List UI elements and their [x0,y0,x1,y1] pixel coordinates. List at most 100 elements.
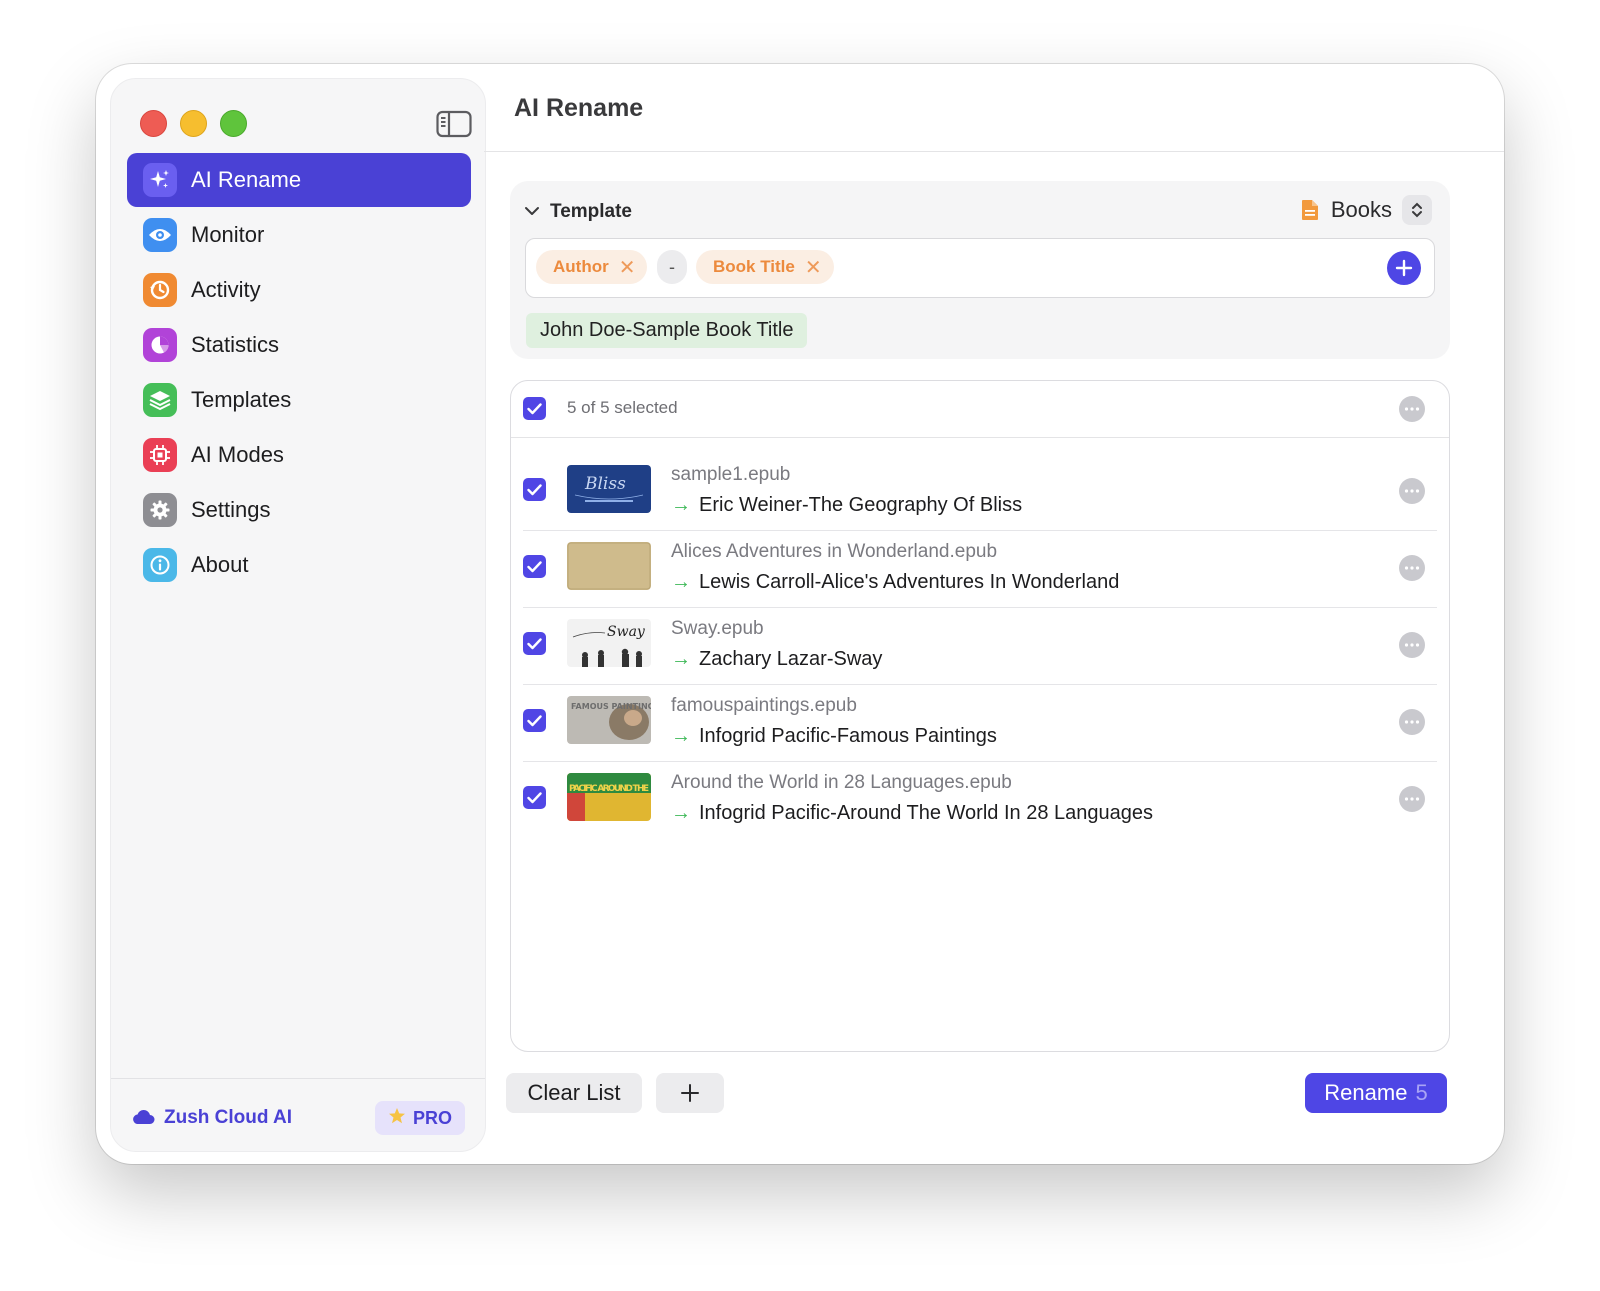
selection-count: 5 of 5 selected [567,398,678,417]
list-options-button[interactable] [1399,396,1425,422]
sidebar-item-ai-modes[interactable]: AI Modes [127,428,471,482]
file-row[interactable]: Bliss sample1.epub → Eric Weiner-The Geog… [511,454,1449,531]
select-all-checkbox[interactable] [523,397,546,420]
ellipsis-icon [1404,489,1420,493]
token-label: Book Title [713,257,795,276]
minimize-window-button[interactable] [180,110,207,137]
app-window: AI Rename Monitor Activity Statistics Te… [96,64,1504,1164]
new-filename: → Infogrid Pacific-Around The World In 28… [671,802,1153,825]
sidebar-item-about[interactable]: About [127,538,471,592]
template-card: Template Books Author ✕ - Book Title ✕ J… [510,181,1450,359]
file-row[interactable]: PACIFIC AROUND THE Around the World in 2… [511,762,1449,839]
book-cover-thumbnail: Sway [567,619,651,667]
token-separator[interactable]: - [657,250,687,284]
file-checkbox[interactable] [523,709,546,732]
add-token-button[interactable] [1387,251,1421,285]
token-author[interactable]: Author ✕ [536,250,648,284]
cover-title: Bliss [584,474,626,494]
new-filename-text: Lewis Carroll-Alice's Adventures In Wond… [699,571,1120,593]
original-filename: sample1.epub [671,464,791,485]
chevron-up-down-icon[interactable] [1402,195,1432,225]
book-cover-thumbnail [567,542,651,590]
checkmark-icon [527,637,542,649]
sidebar-item-activity[interactable]: Activity [127,263,471,317]
cover-title: PACIFIC AROUND THE [569,784,649,794]
new-filename: → Lewis Carroll-Alice's Adventures In Won… [671,571,1119,594]
file-row[interactable]: Alices Adventures in Wonderland.epub → Le… [511,531,1449,608]
document-icon [1301,200,1318,220]
new-filename: → Eric Weiner-The Geography Of Bliss [671,494,1022,517]
checkmark-icon [527,791,542,803]
chevron-down-icon[interactable] [524,205,540,217]
remove-token-icon[interactable]: ✕ [619,255,636,280]
new-filename-text: Eric Weiner-The Geography Of Bliss [699,494,1023,516]
close-window-button[interactable] [140,110,167,137]
add-files-button[interactable] [656,1073,724,1113]
file-row[interactable]: FAMOUS PAINTINGS famouspaintings.epub → I… [511,685,1449,762]
book-cover-thumbnail: PACIFIC AROUND THE [567,773,651,821]
sidebar-item-label: Statistics [191,332,280,357]
file-options-button[interactable] [1399,555,1425,581]
cloud-icon [133,1110,155,1124]
arrow-right-icon: → [671,571,691,593]
book-cover-thumbnail: FAMOUS PAINTINGS [567,696,651,744]
sparkles-icon [143,163,177,197]
original-filename: Alices Adventures in Wonderland.epub [671,541,998,562]
original-filename: Around the World in 28 Languages.epub [671,772,1012,793]
arrow-right-icon: → [671,494,691,516]
file-options-button[interactable] [1399,786,1425,812]
book-cover-thumbnail: Bliss [567,465,651,513]
chip-icon [143,438,177,472]
file-options-button[interactable] [1399,709,1425,735]
template-preset-selector[interactable]: Books [1301,194,1432,226]
file-checkbox[interactable] [523,555,546,578]
sidebar-footer: Zush Cloud AI PRO [111,1078,485,1151]
zoom-window-button[interactable] [220,110,247,137]
file-options-button[interactable] [1399,632,1425,658]
file-checkbox[interactable] [523,478,546,501]
checkmark-icon [527,714,542,726]
arrow-right-icon: → [671,648,691,670]
sidebar-item-statistics[interactable]: Statistics [127,318,471,372]
checkmark-icon [527,402,542,414]
ellipsis-icon [1404,566,1420,570]
new-filename: → Zachary Lazar-Sway [671,648,882,671]
pro-badge[interactable]: PRO [375,1101,465,1135]
clear-list-button[interactable]: Clear List [506,1073,642,1113]
sidebar-item-monitor[interactable]: Monitor [127,208,471,262]
sidebar-item-label: Monitor [191,222,265,247]
new-filename-text: Infogrid Pacific-Around The World In 28 … [699,802,1153,824]
sidebar-item-label: Templates [191,387,292,412]
sidebar-item-label: AI Rename [191,167,302,192]
sidebar: AI Rename Monitor Activity Statistics Te… [110,78,486,1152]
rename-button[interactable]: Rename 5 [1305,1073,1447,1113]
plus-icon [1395,259,1413,277]
cloud-ai-label[interactable]: Zush Cloud AI [164,1107,292,1129]
remove-token-icon[interactable]: ✕ [805,255,822,280]
cover-title: FAMOUS PAINTINGS [571,702,651,711]
file-checkbox[interactable] [523,786,546,809]
file-row[interactable]: Sway Sway.epub → Zachary Lazar-Sway [511,608,1449,685]
template-title[interactable]: Template [550,201,632,223]
ellipsis-icon [1404,720,1420,724]
file-checkbox[interactable] [523,632,546,655]
plus-icon [681,1084,699,1102]
sidebar-item-label: AI Modes [191,442,284,467]
layers-icon [143,383,177,417]
sidebar-item-ai-rename[interactable]: AI Rename [127,153,471,207]
new-filename: → Infogrid Pacific-Famous Paintings [671,725,997,748]
sidebar-item-templates[interactable]: Templates [127,373,471,427]
file-list: 5 of 5 selected Bliss sample1.epub → Eric… [510,380,1450,1052]
star-icon [388,1107,406,1130]
sidebar-item-label: About [191,552,249,577]
rename-count: 5 [1415,1080,1428,1105]
new-filename-text: Zachary Lazar-Sway [699,648,883,670]
template-token-bar[interactable]: Author ✕ - Book Title ✕ [525,238,1435,298]
token-label: Author [553,257,609,276]
token-book-title[interactable]: Book Title ✕ [696,250,834,284]
sidebar-item-settings[interactable]: Settings [127,483,471,537]
sidebar-toggle-icon[interactable] [436,110,472,138]
file-options-button[interactable] [1399,478,1425,504]
arrow-right-icon: → [671,802,691,824]
info-icon [143,548,177,582]
